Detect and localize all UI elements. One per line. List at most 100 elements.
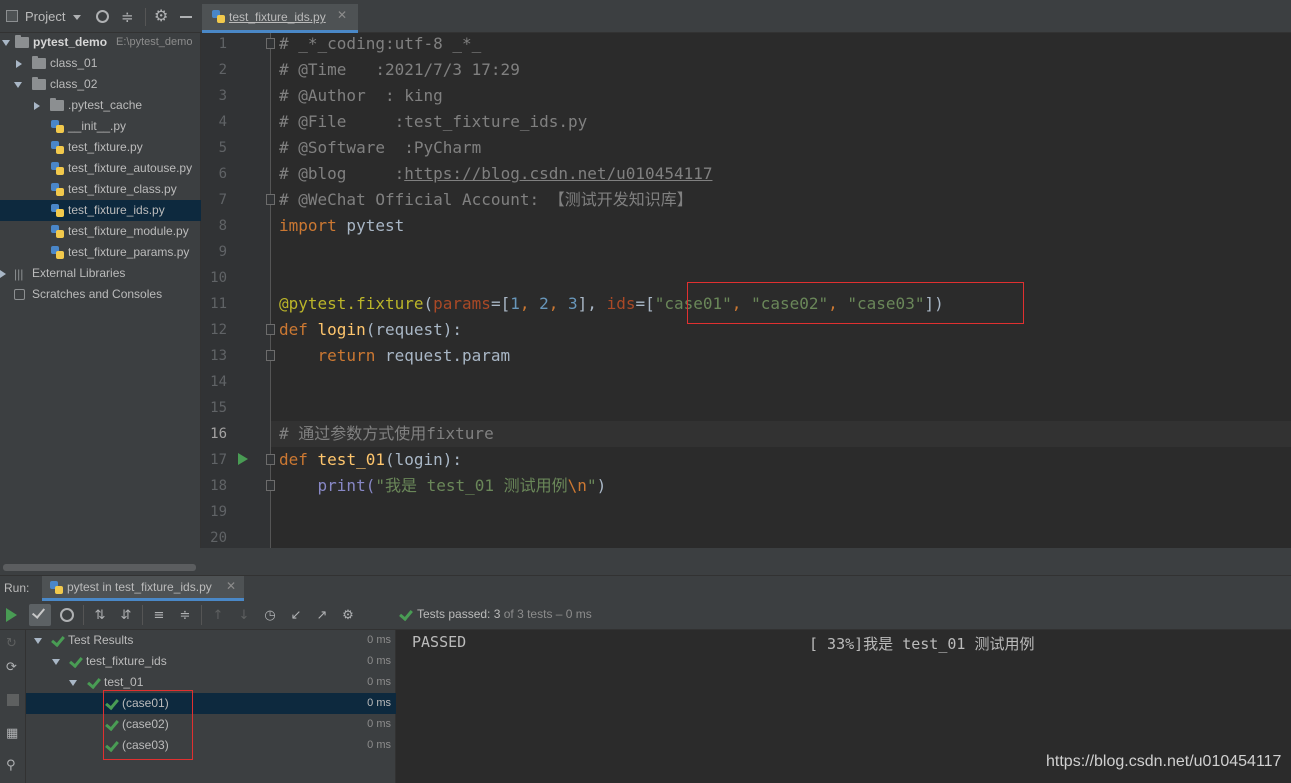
- tree-root-pytest-demo[interactable]: pytest_demo E:\pytest_demo: [0, 32, 201, 53]
- library-icon: |||: [14, 267, 24, 281]
- code-line-13: return request.param: [279, 343, 511, 369]
- function-name: login: [307, 320, 366, 339]
- fold-marker-icon[interactable]: [266, 38, 275, 49]
- root-path: E:\pytest_demo: [116, 36, 193, 48]
- tree-item-class-02[interactable]: class_02: [0, 74, 201, 95]
- ids-highlight-box: [687, 282, 1024, 324]
- gear-icon[interactable]: ⚙: [154, 6, 168, 25]
- tests-status: Tests passed: 3 of 3 tests – 0 ms: [417, 607, 592, 621]
- tree-item-pytest-cache[interactable]: .pytest_cache: [0, 95, 201, 116]
- history-icon[interactable]: ◷: [261, 606, 279, 624]
- editor-tab-active[interactable]: test_fixture_ids.py ✕: [202, 4, 358, 33]
- stop-icon[interactable]: [7, 694, 19, 706]
- fold-marker-icon[interactable]: [266, 350, 275, 361]
- line-number-current: 16: [210, 426, 227, 442]
- line-number: 5: [218, 140, 227, 156]
- tree-item-external-libraries[interactable]: ||| External Libraries: [0, 263, 201, 284]
- code-line-8: import pytest: [279, 213, 404, 239]
- rerun-icon[interactable]: [6, 608, 17, 622]
- passed-check-icon: [69, 655, 81, 667]
- toggle-auto-test-icon[interactable]: ⟳: [6, 660, 17, 675]
- tests-status-count: 3: [493, 607, 501, 621]
- python-file-icon: [51, 204, 64, 217]
- fold-marker-icon[interactable]: [266, 454, 275, 465]
- punct: ): [596, 476, 607, 495]
- tree-item-init-py[interactable]: __init__.py: [0, 116, 201, 137]
- test-node-label: test_fixture_ids: [86, 654, 167, 668]
- test-node-case03[interactable]: (case03) 0 ms: [26, 735, 396, 756]
- identifier: pytest: [336, 216, 405, 235]
- collapse-arrow-icon[interactable]: [69, 680, 77, 686]
- locate-icon[interactable]: [96, 10, 109, 23]
- expand-arrow-icon[interactable]: [16, 60, 22, 68]
- tree-item-class-01[interactable]: class_01: [0, 53, 201, 74]
- tree-item-test-fixture[interactable]: test_fixture.py: [0, 137, 201, 158]
- fold-marker-icon[interactable]: [266, 480, 275, 491]
- collapse-arrow-icon[interactable]: [34, 638, 42, 644]
- line-number: 11: [210, 296, 227, 312]
- test-node-test-results[interactable]: Test Results 0 ms: [26, 630, 396, 651]
- export-tests-icon[interactable]: ↗: [313, 606, 331, 624]
- comma: ,: [519, 294, 540, 313]
- rerun-failed-icon[interactable]: ↻: [6, 636, 17, 651]
- passed-check-icon: [51, 634, 63, 646]
- test-node-test-fixture-ids[interactable]: test_fixture_ids 0 ms: [26, 651, 396, 672]
- punct: =[: [635, 294, 655, 313]
- test-node-case02[interactable]: (case02) 0 ms: [26, 714, 396, 735]
- minimize-icon[interactable]: [180, 16, 192, 18]
- line-number: 8: [218, 218, 227, 234]
- sort-duration-icon[interactable]: ⇵: [117, 606, 135, 624]
- line-number: 17: [210, 452, 227, 468]
- python-file-icon: [51, 183, 64, 196]
- collapse-all-icon[interactable]: ≑: [121, 8, 134, 26]
- scratches-icon: [14, 289, 25, 300]
- tree-item-scratches[interactable]: Scratches and Consoles: [0, 284, 201, 305]
- expand-arrow-icon[interactable]: [0, 270, 6, 278]
- tree-item-test-fixture-ids[interactable]: test_fixture_ids.py: [0, 200, 201, 221]
- fold-marker-icon[interactable]: [266, 324, 275, 335]
- tree-item-label: test_fixture_class.py: [68, 182, 177, 196]
- horizontal-scrollbar[interactable]: [3, 564, 196, 571]
- tree-item-test-fixture-class[interactable]: test_fixture_class.py: [0, 179, 201, 200]
- fold-marker-icon[interactable]: [266, 194, 275, 205]
- tree-item-label: class_02: [50, 77, 98, 91]
- expand-arrow-icon[interactable]: [2, 40, 10, 46]
- close-icon[interactable]: ✕: [337, 8, 347, 22]
- pin-icon[interactable]: ⚲: [6, 758, 16, 773]
- collapse-all-icon[interactable]: ≑: [176, 606, 194, 624]
- tree-item-test-fixture-autouse[interactable]: test_fixture_autouse.py: [0, 158, 201, 179]
- params: (login):: [384, 450, 463, 469]
- test-node-test-01[interactable]: test_01 0 ms: [26, 672, 396, 693]
- tree-item-label: __init__.py: [68, 119, 127, 133]
- layout-icon[interactable]: ▦: [6, 726, 18, 741]
- previous-failed-icon[interactable]: ↑: [209, 606, 227, 624]
- project-view-title[interactable]: Project: [25, 9, 65, 24]
- root-name: pytest_demo: [33, 35, 108, 49]
- expand-arrow-icon[interactable]: [34, 102, 40, 110]
- chevron-down-icon[interactable]: [73, 15, 81, 20]
- sort-alpha-icon[interactable]: ⇅: [91, 606, 109, 624]
- collapse-arrow-icon[interactable]: [52, 659, 60, 665]
- run-tab[interactable]: pytest in test_fixture_ids.py ✕: [42, 576, 244, 601]
- code-line-17: def test_01(login):: [279, 447, 462, 473]
- tree-item-test-fixture-params[interactable]: test_fixture_params.py: [0, 242, 201, 263]
- tree-item-label: class_01: [50, 56, 98, 70]
- code-line-4: # @File :test_fixture_ids.py: [279, 112, 588, 131]
- tree-item-test-fixture-module[interactable]: test_fixture_module.py: [0, 221, 201, 242]
- test-node-case01[interactable]: (case01) 0 ms: [26, 693, 396, 714]
- expand-all-icon[interactable]: ≡: [150, 606, 168, 624]
- next-failed-icon[interactable]: ↓: [235, 606, 253, 624]
- settings-gear-icon[interactable]: ⚙: [339, 606, 357, 624]
- blog-link[interactable]: https://blog.csdn.net/u010454117: [404, 164, 712, 183]
- folder-icon: [50, 98, 64, 111]
- collapse-arrow-icon[interactable]: [14, 82, 22, 88]
- import-tests-icon[interactable]: ↙: [287, 606, 305, 624]
- run-test-gutter-icon[interactable]: [238, 453, 248, 465]
- python-file-icon: [51, 120, 64, 133]
- close-icon[interactable]: ✕: [226, 579, 236, 593]
- line-number: 10: [210, 270, 227, 286]
- comma: ,: [548, 294, 569, 313]
- gutter-separator: [270, 33, 271, 548]
- tree-item-label: External Libraries: [32, 266, 126, 280]
- show-ignored-icon[interactable]: [60, 608, 74, 622]
